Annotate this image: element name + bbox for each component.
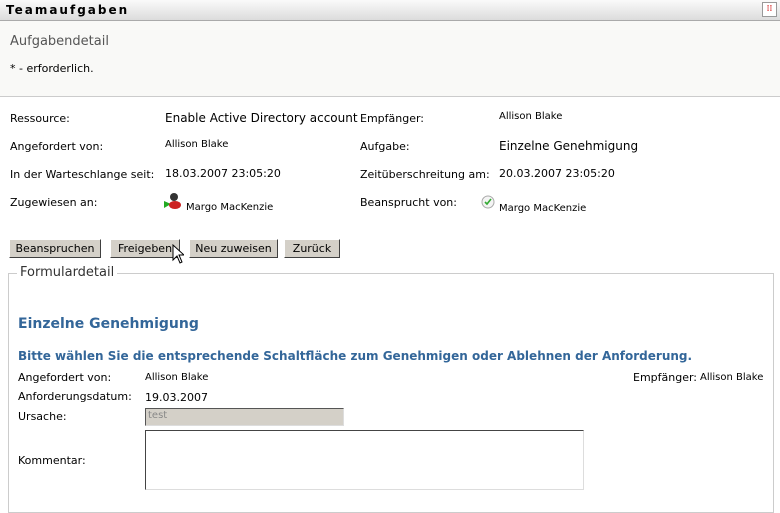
form-ursache-label: Ursache: <box>18 410 67 423</box>
form-kommentar-label: Kommentar: <box>18 454 86 467</box>
form-heading: Einzelne Genehmigung <box>18 316 199 332</box>
ressource-value: Enable Active Directory account <box>165 111 358 125</box>
page-subtitle: Aufgabendetail <box>10 34 109 49</box>
portlet-menu-icon[interactable]: ⁞⁞ <box>762 2 777 17</box>
portlet-title: Teamaufgaben <box>6 3 130 17</box>
kommentar-textarea[interactable] <box>145 430 584 490</box>
empfaenger-label: Empfänger: <box>360 112 425 125</box>
form-detail-legend: Formulardetail <box>17 265 118 280</box>
required-note: * - erforderlich. <box>10 62 94 75</box>
zugewiesen-label: Zugewiesen an: <box>10 196 98 209</box>
form-datum-label: Anforderungsdatum: <box>18 390 132 403</box>
header-section <box>0 21 780 97</box>
angefordert-value: Allison Blake <box>165 139 229 150</box>
claim-button[interactable]: Beanspruchen <box>9 239 101 258</box>
back-button[interactable]: Zurück <box>284 239 340 258</box>
form-empfaenger-value: Allison Blake <box>700 372 764 383</box>
form-empfaenger-label: Empfänger: <box>633 371 698 384</box>
reassign-button[interactable]: Neu zuweisen <box>189 239 278 258</box>
zeit-value: 20.03.2007 23:05:20 <box>499 167 615 180</box>
beansprucht-label: Beansprucht von: <box>360 196 457 209</box>
release-button[interactable]: Freigeben <box>110 239 180 258</box>
beansprucht-value: Margo MacKenzie <box>499 203 587 214</box>
user-icon <box>164 192 182 209</box>
mouse-cursor-icon <box>172 243 186 267</box>
empfaenger-value: Allison Blake <box>499 111 563 122</box>
form-angefordert-label: Angefordert von: <box>18 371 112 384</box>
ressource-label: Ressource: <box>10 112 70 125</box>
aufgabe-value: Einzelne Genehmigung <box>499 139 639 153</box>
check-icon <box>481 195 495 209</box>
form-angefordert-value: Allison Blake <box>145 372 209 383</box>
form-datum-value: 19.03.2007 <box>145 391 208 404</box>
form-instruction: Bitte wählen Sie die entsprechende Schal… <box>18 349 693 363</box>
ursache-input[interactable]: test <box>145 408 344 426</box>
aufgabe-label: Aufgabe: <box>360 140 410 153</box>
angefordert-label: Angefordert von: <box>10 140 104 153</box>
warteschlange-value: 18.03.2007 23:05:20 <box>165 167 281 180</box>
warteschlange-label: In der Warteschlange seit: <box>10 168 155 181</box>
zugewiesen-value: Margo MacKenzie <box>186 202 274 213</box>
zeit-label: Zeitüberschreitung am: <box>360 168 490 181</box>
